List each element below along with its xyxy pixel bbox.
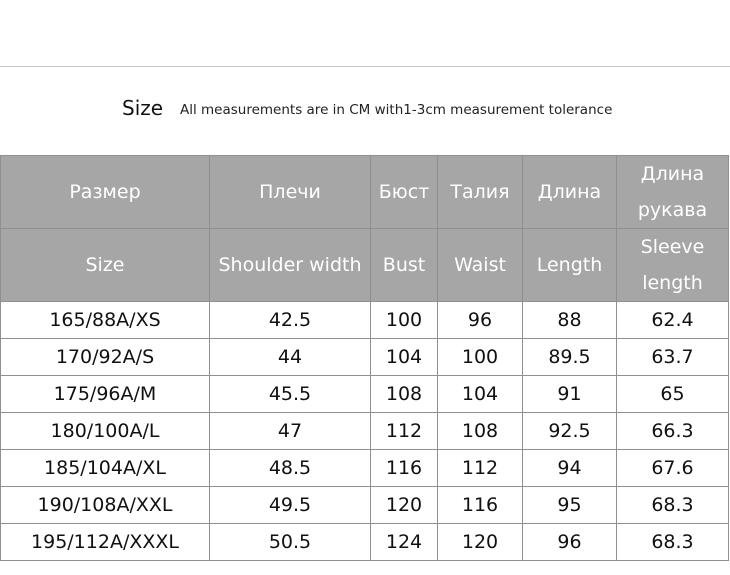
cell-sleeve: 66.3 — [616, 412, 729, 450]
cell-length: 95 — [522, 486, 617, 524]
cell-shoulder: 47 — [209, 412, 371, 450]
header-ru-waist: Талия — [437, 155, 523, 229]
cell-sleeve: 68.3 — [616, 486, 729, 524]
cell-bust: 104 — [370, 338, 438, 376]
table-row: 175/96A/M 45.5 108 104 91 65 — [0, 375, 729, 413]
header-en-shoulder: Shoulder width — [209, 228, 371, 302]
cell-length: 89.5 — [522, 338, 617, 376]
cell-shoulder: 44 — [209, 338, 371, 376]
cell-waist: 108 — [437, 412, 523, 450]
cell-shoulder: 50.5 — [209, 523, 371, 561]
header-en-sleeve: Sleeve length — [616, 228, 729, 302]
cell-size: 195/112A/XXXL — [0, 523, 210, 561]
cell-waist: 96 — [437, 301, 523, 339]
table-row: 185/104A/XL 48.5 116 112 94 67.6 — [0, 449, 729, 487]
table-row: 195/112A/XXXL 50.5 124 120 96 68.3 — [0, 523, 729, 561]
header-en-length: Length — [522, 228, 617, 302]
table-row: 180/100A/L 47 112 108 92.5 66.3 — [0, 412, 729, 450]
cell-sleeve: 68.3 — [616, 523, 729, 561]
cell-shoulder: 48.5 — [209, 449, 371, 487]
cell-length: 91 — [522, 375, 617, 413]
cell-size: 175/96A/M — [0, 375, 210, 413]
header-ru-shoulder: Плечи — [209, 155, 371, 229]
cell-bust: 100 — [370, 301, 438, 339]
cell-waist: 100 — [437, 338, 523, 376]
header-row-ru: Размер Плечи Бюст Талия Длина Длина рука… — [0, 155, 729, 229]
cell-length: 94 — [522, 449, 617, 487]
header-en-size: Size — [0, 228, 210, 302]
cell-size: 165/88A/XS — [0, 301, 210, 339]
header-ru-size: Размер — [0, 155, 210, 229]
table-row: 190/108A/XXL 49.5 120 116 95 68.3 — [0, 486, 729, 524]
top-divider — [0, 66, 730, 67]
header-en-waist: Waist — [437, 228, 523, 302]
cell-bust: 108 — [370, 375, 438, 413]
cell-bust: 120 — [370, 486, 438, 524]
table-row: 165/88A/XS 42.5 100 96 88 62.4 — [0, 301, 729, 339]
cell-bust: 124 — [370, 523, 438, 561]
cell-bust: 116 — [370, 449, 438, 487]
header-ru-sleeve: Длина рукава — [616, 155, 729, 229]
cell-size: 180/100A/L — [0, 412, 210, 450]
size-chart-table: Размер Плечи Бюст Талия Длина Длина рука… — [0, 155, 729, 561]
cell-size: 170/92A/S — [0, 338, 210, 376]
cell-size: 185/104A/XL — [0, 449, 210, 487]
size-heading: Size — [122, 96, 164, 120]
cell-waist: 112 — [437, 449, 523, 487]
cell-shoulder: 45.5 — [209, 375, 371, 413]
cell-length: 88 — [522, 301, 617, 339]
cell-waist: 104 — [437, 375, 523, 413]
header-en-bust: Bust — [370, 228, 438, 302]
cell-shoulder: 42.5 — [209, 301, 371, 339]
header-ru-bust: Бюст — [370, 155, 438, 229]
cell-length: 96 — [522, 523, 617, 561]
cell-sleeve: 63.7 — [616, 338, 729, 376]
table-row: 170/92A/S 44 104 100 89.5 63.7 — [0, 338, 729, 376]
cell-waist: 120 — [437, 523, 523, 561]
cell-bust: 112 — [370, 412, 438, 450]
cell-size: 190/108A/XXL — [0, 486, 210, 524]
header-row-en: Size Shoulder width Bust Waist Length Sl… — [0, 228, 729, 302]
cell-sleeve: 67.6 — [616, 449, 729, 487]
header-ru-length: Длина — [522, 155, 617, 229]
cell-sleeve: 62.4 — [616, 301, 729, 339]
measurement-note: All measurements are in CM with1-3cm mea… — [180, 102, 613, 118]
cell-length: 92.5 — [522, 412, 617, 450]
cell-waist: 116 — [437, 486, 523, 524]
cell-sleeve: 65 — [616, 375, 729, 413]
cell-shoulder: 49.5 — [209, 486, 371, 524]
